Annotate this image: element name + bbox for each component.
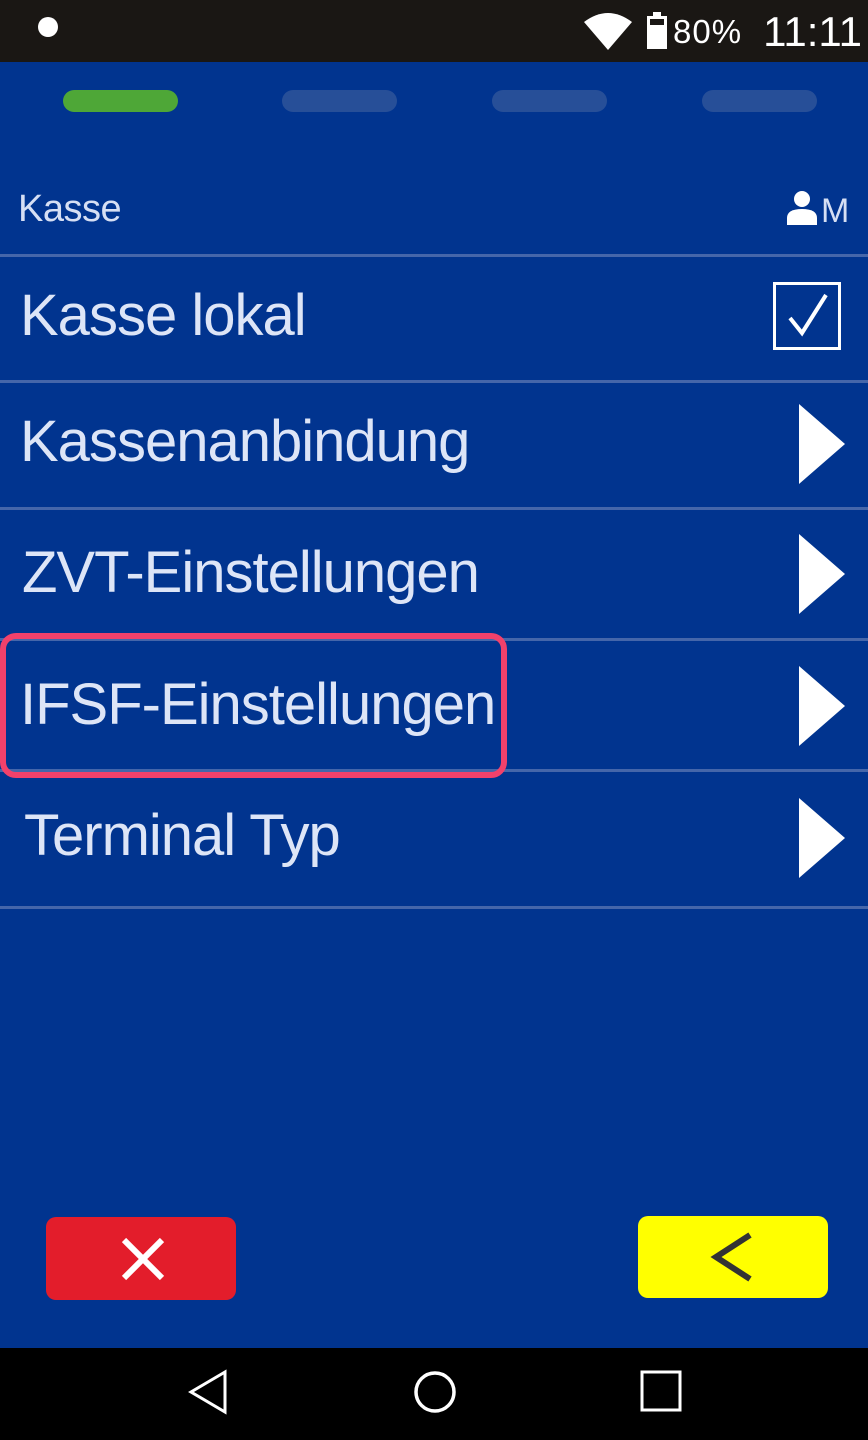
notification-dot-icon xyxy=(38,17,58,37)
menu-item-label: ZVT-Einstellungen xyxy=(22,540,480,605)
chevron-right-icon xyxy=(799,404,845,484)
menu-item-label: Terminal Typ xyxy=(24,803,341,868)
battery-icon xyxy=(647,12,667,49)
system-navigation-bar xyxy=(0,1348,868,1440)
menu-item-kassenanbindung[interactable]: Kassenanbindung xyxy=(0,383,868,508)
status-bar: 80% 11:11 xyxy=(0,0,868,62)
menu-item-zvt-einstellungen[interactable]: ZVT-Einstellungen xyxy=(0,510,868,639)
chevron-left-icon xyxy=(710,1232,752,1282)
highlight-frame xyxy=(0,633,507,778)
chevron-right-icon xyxy=(799,534,845,614)
checkmark-icon xyxy=(788,293,828,337)
progress-step-3 xyxy=(492,90,607,112)
menu-item-kasse-lokal[interactable]: Kasse lokal xyxy=(0,257,868,381)
user-icon xyxy=(787,191,817,225)
page-title: Kasse xyxy=(18,188,122,230)
back-button[interactable] xyxy=(638,1216,828,1298)
kasse-lokal-checkbox[interactable] xyxy=(773,282,841,350)
nav-back-icon[interactable] xyxy=(187,1368,231,1416)
nav-home-icon[interactable] xyxy=(413,1370,457,1414)
menu-item-label: Kasse lokal xyxy=(20,283,307,348)
close-icon xyxy=(121,1237,165,1281)
progress-step-1-active xyxy=(63,90,178,112)
progress-steps xyxy=(0,90,868,114)
clock: 11:11 xyxy=(763,8,862,55)
chevron-right-icon xyxy=(799,798,845,878)
nav-recents-icon[interactable] xyxy=(640,1370,682,1412)
user-level: M xyxy=(821,192,850,230)
menu-item-label: Kassenanbindung xyxy=(20,409,470,474)
menu-item-terminal-typ[interactable]: Terminal Typ xyxy=(0,772,868,906)
battery-percentage: 80% xyxy=(673,13,743,50)
progress-step-2 xyxy=(282,90,397,112)
wifi-icon xyxy=(584,13,632,50)
cancel-button[interactable] xyxy=(46,1217,236,1300)
divider xyxy=(0,906,868,909)
progress-step-4 xyxy=(702,90,817,112)
chevron-right-icon xyxy=(799,666,845,746)
